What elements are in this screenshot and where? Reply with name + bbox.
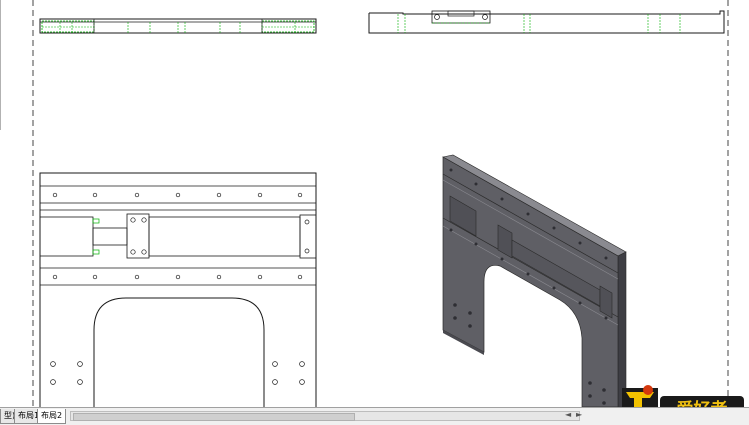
isometric-part-view[interactable] [442, 154, 627, 407]
front-view[interactable] [39, 172, 317, 407]
side-view-right[interactable] [368, 10, 725, 34]
scrollbar-thumb[interactable] [73, 413, 355, 421]
tab-layout-2[interactable]: 布局2 [37, 409, 67, 424]
horizontal-scrollbar[interactable] [70, 411, 580, 421]
drawing-canvas[interactable] [0, 0, 749, 407]
scroll-right-arrow-icon[interactable]: ► [576, 410, 582, 419]
layout-tab-bar: 型) 布局1 布局2 ◄ ► [0, 407, 749, 425]
top-view-left[interactable] [39, 18, 317, 34]
scroll-left-arrow-icon[interactable]: ◄ [565, 410, 571, 419]
